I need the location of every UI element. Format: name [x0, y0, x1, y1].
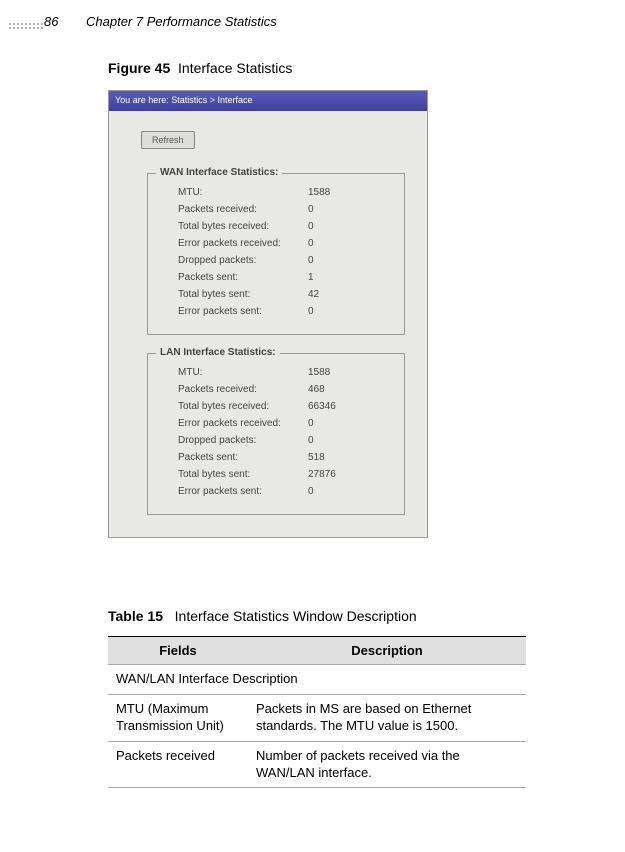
- stat-row: MTU:1588: [178, 184, 400, 201]
- wan-legend: WAN Interface Statistics:: [156, 167, 282, 178]
- stat-row: Total bytes received:0: [178, 218, 400, 235]
- refresh-button[interactable]: Refresh: [141, 131, 195, 149]
- chapter-title: Chapter 7 Performance Statistics: [86, 14, 277, 29]
- table-row: Packets received Number of packets recei…: [108, 741, 526, 788]
- table-header-fields: Fields: [108, 637, 248, 665]
- stat-row: Total bytes sent:42: [178, 286, 400, 303]
- table-cell-field: Packets received: [108, 741, 248, 788]
- figure-title: Interface Statistics: [178, 60, 292, 76]
- stat-row: Dropped packets:0: [178, 252, 400, 269]
- table-cell-field: MTU (Maximum Transmission Unit): [108, 694, 248, 741]
- stat-row: Error packets sent:0: [178, 483, 400, 500]
- page-number: 86: [44, 14, 58, 29]
- window-titlebar: You are here: Statistics > Interface: [109, 91, 427, 111]
- stat-row: MTU:1588: [178, 364, 400, 381]
- figure-caption: Figure 45 Interface Statistics: [108, 60, 292, 76]
- lan-legend: LAN Interface Statistics:: [156, 347, 280, 358]
- table-section-row: WAN/LAN Interface Description: [108, 665, 526, 695]
- stat-row: Packets sent:1: [178, 269, 400, 286]
- interface-statistics-screenshot: You are here: Statistics > Interface Ref…: [108, 90, 428, 538]
- table-title: Interface Statistics Window Description: [175, 608, 417, 624]
- stat-row: Dropped packets:0: [178, 432, 400, 449]
- table-label: Table 15: [108, 608, 163, 624]
- table-cell-desc: Packets in MS are based on Ethernet stan…: [248, 694, 526, 741]
- stat-row: Total bytes sent:27876: [178, 466, 400, 483]
- stat-row: Total bytes received:66346: [178, 398, 400, 415]
- stat-row: Packets sent:518: [178, 449, 400, 466]
- figure-label: Figure 45: [108, 60, 170, 76]
- description-table: Fields Description WAN/LAN Interface Des…: [108, 636, 526, 788]
- lan-statistics-fieldset: LAN Interface Statistics: MTU:1588 Packe…: [147, 353, 405, 515]
- stat-row: Packets received:468: [178, 381, 400, 398]
- stat-row: Error packets received:0: [178, 415, 400, 432]
- header-decoration: [8, 22, 44, 30]
- table-caption: Table 15 Interface Statistics Window Des…: [108, 608, 417, 624]
- stat-row: Error packets sent:0: [178, 303, 400, 320]
- stat-row: Packets received:0: [178, 201, 400, 218]
- table-cell-desc: Number of packets received via the WAN/L…: [248, 741, 526, 788]
- stat-row: Error packets received:0: [178, 235, 400, 252]
- table-header-description: Description: [248, 637, 526, 665]
- wan-statistics-fieldset: WAN Interface Statistics: MTU:1588 Packe…: [147, 173, 405, 335]
- table-section-label: WAN/LAN Interface Description: [108, 665, 526, 695]
- table-row: MTU (Maximum Transmission Unit) Packets …: [108, 694, 526, 741]
